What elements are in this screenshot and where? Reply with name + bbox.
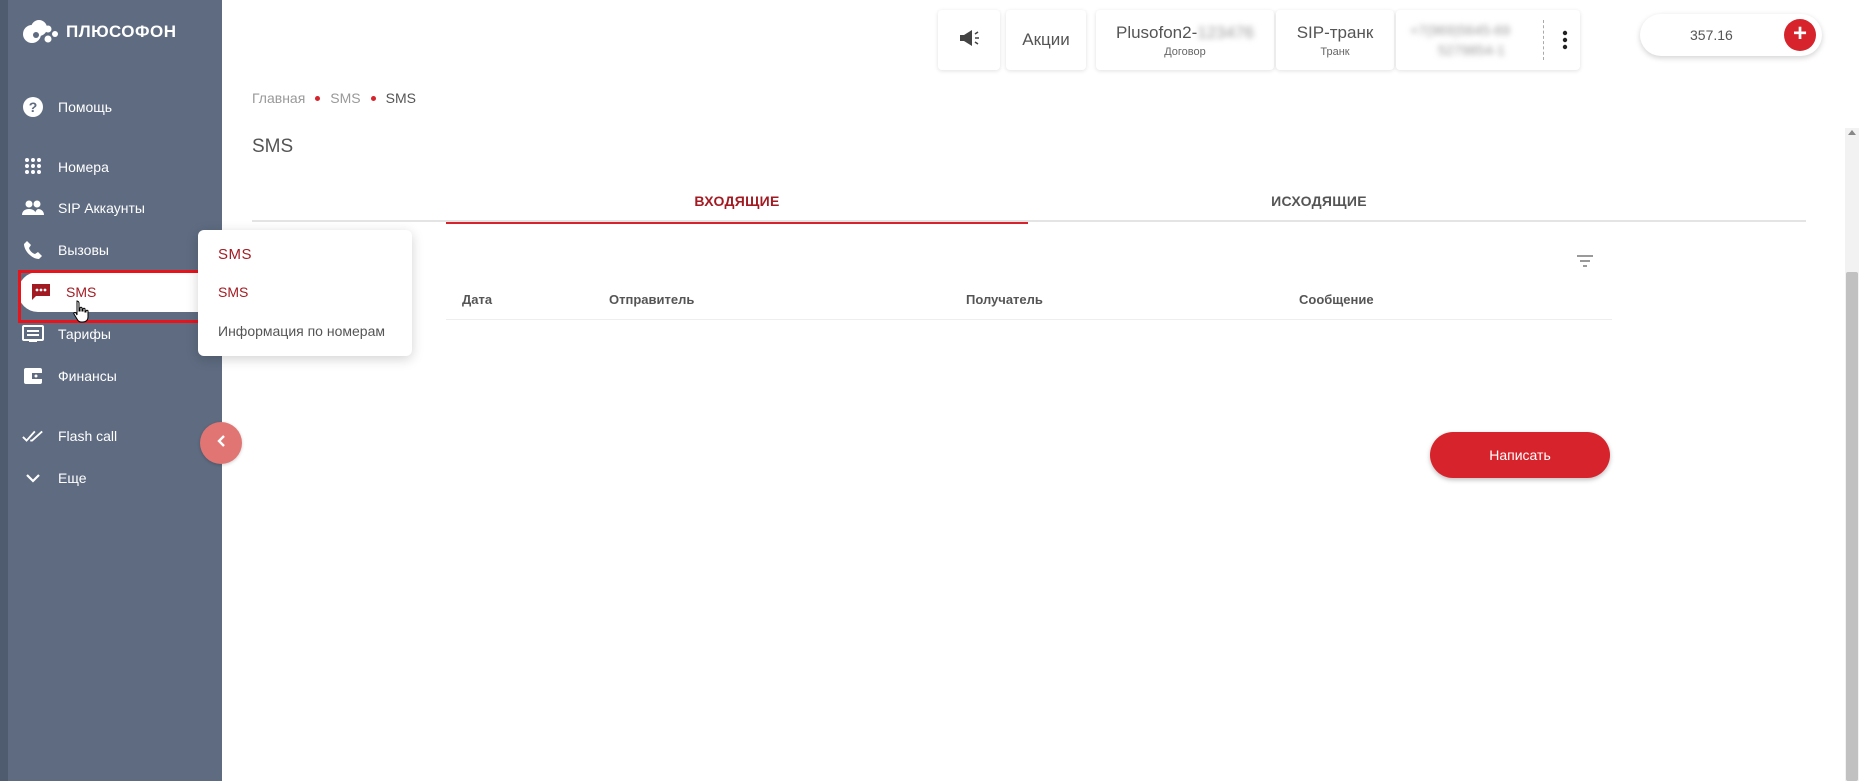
sidebar-item-label: Финансы: [58, 368, 117, 384]
trunk-name: SIP-транк: [1296, 22, 1374, 42]
topbar: Акции Plusofon2-123476 Договор SIP-транк…: [222, 0, 1859, 86]
promo-button[interactable]: Акции: [1006, 10, 1086, 70]
contract-caption: Договор: [1164, 45, 1206, 58]
sms-icon: [30, 281, 52, 303]
trunk-card[interactable]: SIP-транк Транк: [1276, 10, 1394, 70]
announcements-button[interactable]: [938, 10, 1000, 70]
sidebar-item-help[interactable]: ? Помощь: [22, 87, 222, 127]
balance-widget: 357.16 +: [1640, 14, 1822, 56]
flyout-item-number-info[interactable]: Информация по номерам: [218, 323, 385, 339]
sidebar-item-numbers[interactable]: Номера: [22, 147, 222, 187]
divider: [1543, 20, 1544, 60]
logo-cloud-icon: [22, 18, 58, 46]
sidebar-item-flash-call[interactable]: Flash call: [22, 416, 222, 456]
sidebar-item-tariffs[interactable]: Тарифы: [22, 314, 222, 354]
contract-card[interactable]: Plusofon2-123476 Договор: [1096, 10, 1274, 70]
tabs: ВХОДЯЩИЕ ИСХОДЯЩИЕ: [252, 180, 1806, 224]
contract-name: Plusofon2-123476: [1115, 22, 1254, 42]
collapse-sidebar-button[interactable]: [200, 422, 242, 464]
flyout-item-sms[interactable]: SMS: [218, 284, 248, 300]
breadcrumb-separator: [370, 95, 376, 101]
promo-label: Акции: [1022, 30, 1070, 49]
phone-icon: [22, 239, 44, 261]
scroll-up-arrow-icon[interactable]: [1848, 130, 1856, 135]
sidebar-item-calls[interactable]: Вызовы: [22, 230, 222, 270]
add-funds-button[interactable]: +: [1784, 19, 1816, 51]
sidebar-item-sms[interactable]: SMS: [18, 272, 204, 312]
help-icon: ?: [22, 96, 44, 118]
breadcrumb-home[interactable]: Главная: [252, 90, 305, 106]
breadcrumb: Главная SMS SMS: [252, 90, 416, 106]
breadcrumb-sms[interactable]: SMS: [330, 90, 360, 106]
breadcrumb-separator: [315, 95, 321, 101]
breadcrumb-current: SMS: [385, 90, 416, 106]
column-date[interactable]: Дата: [462, 292, 492, 307]
dialpad-icon: [22, 156, 44, 178]
chevron-down-icon: [22, 467, 44, 489]
sidebar-item-label: SMS: [66, 284, 97, 300]
column-recipient[interactable]: Получатель: [966, 292, 1043, 307]
sidebar-item-label: Номера: [58, 159, 109, 175]
write-sms-button[interactable]: Написать: [1430, 432, 1610, 478]
wallet-icon: [22, 365, 44, 387]
filter-icon[interactable]: [1576, 254, 1594, 268]
tab-incoming[interactable]: ВХОДЯЩИЕ: [446, 180, 1028, 224]
megaphone-icon: [958, 29, 980, 52]
page-title: SMS: [252, 136, 294, 157]
sidebar: ПЛЮСОФОН ? Помощь Номера SIP Аккаунты Вы…: [0, 0, 222, 781]
hand-cursor-icon: [72, 299, 90, 323]
sidebar-item-label: Еще: [58, 470, 87, 486]
logo[interactable]: ПЛЮСОФОН: [22, 18, 177, 46]
logo-text: ПЛЮСОФОН: [66, 22, 177, 41]
chevron-left-icon: [215, 434, 227, 453]
people-icon: [22, 197, 44, 219]
flyout-title: SMS: [218, 246, 253, 263]
tariff-icon: [22, 323, 44, 345]
sidebar-item-sip-accounts[interactable]: SIP Аккаунты: [22, 188, 222, 228]
balance-value: 357.16: [1690, 27, 1733, 43]
sidebar-item-finance[interactable]: Финансы: [22, 356, 222, 396]
sidebar-edge: [0, 0, 8, 781]
table-header: Дата Отправитель Получатель Сообщение: [446, 280, 1612, 320]
sms-flyout-menu: SMS SMS Информация по номерам: [198, 230, 412, 356]
trunk-caption: Транк: [1320, 45, 1350, 58]
sidebar-item-label: Помощь: [58, 99, 113, 115]
sidebar-item-label: Тарифы: [58, 326, 111, 342]
sidebar-item-label: Flash call: [58, 428, 118, 444]
double-check-icon: [22, 425, 44, 447]
more-vert-icon[interactable]: [1562, 30, 1568, 55]
column-sender[interactable]: Отправитель: [609, 292, 694, 307]
scrollbar-thumb[interactable]: [1846, 272, 1858, 781]
sidebar-item-label: SIP Аккаунты: [58, 200, 145, 216]
column-message[interactable]: Сообщение: [1299, 292, 1374, 307]
phone-number-blurred: +7(969)5645-69 5279854-1: [1410, 22, 1511, 58]
sidebar-item-more[interactable]: Еще: [22, 458, 222, 498]
tab-outgoing[interactable]: ИСХОДЯЩИЕ: [1028, 180, 1610, 222]
sidebar-item-label: Вызовы: [58, 242, 109, 258]
svg-text:?: ?: [29, 99, 38, 115]
phone-card[interactable]: +7(969)5645-69 5279854-1: [1396, 10, 1580, 70]
